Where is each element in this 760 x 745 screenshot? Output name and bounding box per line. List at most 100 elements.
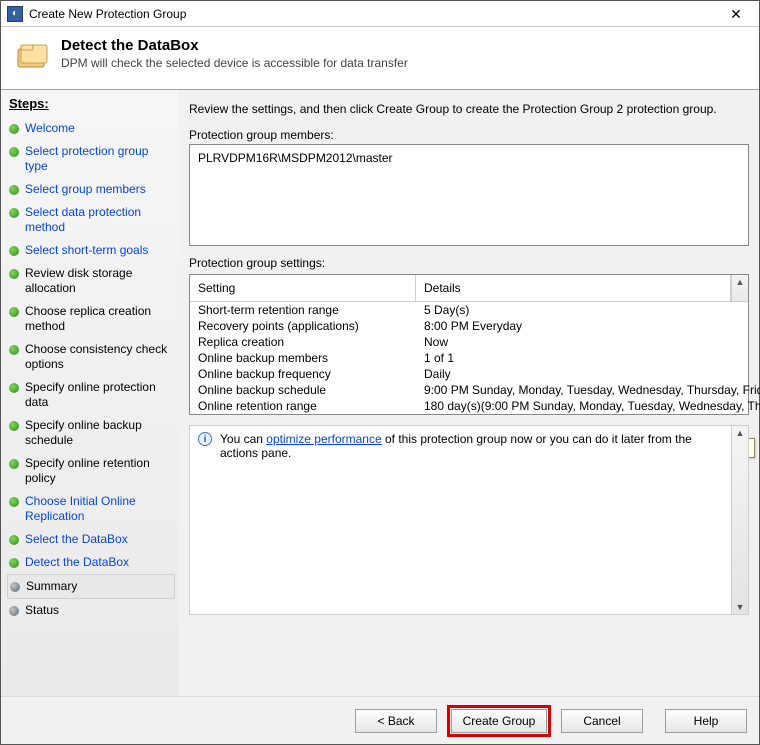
step-bullet-icon: [9, 147, 19, 157]
step-bullet-icon: [9, 558, 19, 568]
step-item: Choose replica creation method: [7, 300, 175, 338]
cell-setting: Online backup frequency: [198, 367, 424, 381]
app-icon: ◐: [7, 6, 23, 22]
header-subtitle: DPM will check the selected device is ac…: [61, 56, 408, 70]
cell-details: 180 day(s)(9:00 PM Sunday, Monday, Tuesd…: [424, 399, 760, 413]
step-bullet-icon: [9, 383, 19, 393]
step-item: Review disk storage allocation: [7, 262, 175, 300]
member-row[interactable]: PLRVDPM16R\MSDPM2012\master: [198, 151, 740, 165]
cell-setting: Recovery points (applications): [198, 319, 424, 333]
step-label: Specify online backup schedule: [25, 418, 173, 448]
scroll-up-icon[interactable]: ▲: [732, 277, 748, 287]
settings-row[interactable]: Online backup schedule9:00 PM Sunday, Mo…: [190, 382, 760, 398]
info-icon: i: [198, 432, 212, 446]
step-bullet-icon: [9, 535, 19, 545]
settings-row[interactable]: Online retention range180 day(s)(9:00 PM…: [190, 398, 760, 414]
header-text: Detect the DataBox DPM will check the se…: [61, 37, 408, 75]
step-label: Choose consistency check options: [25, 342, 173, 372]
settings-table: Setting Details ▲ Short-term retention r…: [189, 274, 749, 415]
cell-setting: Short-term retention range: [198, 303, 424, 317]
step-item[interactable]: Select the DataBox: [7, 528, 175, 551]
cancel-button[interactable]: Cancel: [561, 709, 643, 733]
step-label[interactable]: Select short-term goals: [25, 243, 148, 258]
step-item[interactable]: Select group members: [7, 178, 175, 201]
step-bullet-icon: [9, 208, 19, 218]
step-label[interactable]: Select protection group type: [25, 144, 173, 174]
settings-row[interactable]: Online backup frequencyDaily: [190, 366, 760, 382]
close-icon: ✕: [730, 7, 742, 21]
cell-setting: Online retention range: [198, 399, 424, 413]
info-scroll-up-icon[interactable]: ▲: [736, 428, 745, 438]
create-group-highlight: Create Group: [447, 705, 551, 737]
settings-row[interactable]: Short-term retention range5 Day(s): [190, 302, 760, 318]
step-item[interactable]: Detect the DataBox: [7, 551, 175, 574]
cell-details: Daily: [424, 367, 760, 381]
step-item[interactable]: Select data protection method: [7, 201, 175, 239]
step-bullet-icon: [9, 606, 19, 616]
step-item[interactable]: Select short-term goals: [7, 239, 175, 262]
cell-setting: Online backup schedule: [198, 383, 424, 397]
step-bullet-icon: [9, 124, 19, 134]
step-bullet-icon: [9, 497, 19, 507]
step-item[interactable]: Welcome: [7, 117, 175, 140]
step-bullet-icon: [9, 307, 19, 317]
col-setting[interactable]: Setting: [190, 275, 416, 302]
settings-rows: Short-term retention range5 Day(s)Recove…: [190, 302, 760, 414]
members-listbox[interactable]: PLRVDPM16R\MSDPM2012\master: [189, 144, 749, 246]
info-scroll-down-icon[interactable]: ▼: [736, 602, 745, 612]
step-item[interactable]: Select protection group type: [7, 140, 175, 178]
wizard-body: Steps: Welcome Select protection group ty…: [1, 89, 759, 696]
settings-row[interactable]: Online backup members1 of 1: [190, 350, 760, 366]
step-bullet-icon: [9, 269, 19, 279]
step-label: Specify online retention policy: [25, 456, 173, 486]
step-label[interactable]: Select the DataBox: [25, 532, 128, 547]
cell-details: 8:00 PM Everyday: [424, 319, 760, 333]
step-label[interactable]: Detect the DataBox: [25, 555, 129, 570]
step-item: Specify online retention policy: [7, 452, 175, 490]
button-bar: < Back Create Group Cancel Help: [1, 696, 759, 744]
info-panel: i You can optimize performance of this p…: [189, 425, 749, 615]
folder-icon: [15, 39, 51, 75]
info-scrollbar[interactable]: ▲ ▼: [731, 426, 748, 614]
back-button[interactable]: < Back: [355, 709, 437, 733]
content-pane: Review the settings, and then click Crea…: [179, 89, 759, 696]
close-button[interactable]: ✕: [719, 4, 753, 24]
titlebar: ◐ Create New Protection Group ✕: [1, 1, 759, 27]
step-label[interactable]: Welcome: [25, 121, 75, 136]
step-item: Choose consistency check options: [7, 338, 175, 376]
step-label[interactable]: Select data protection method: [25, 205, 173, 235]
settings-label: Protection group settings:: [189, 256, 749, 270]
settings-scrollbar[interactable]: ▲: [731, 275, 748, 302]
step-item[interactable]: Choose Initial Online Replication: [7, 490, 175, 528]
step-bullet-icon: [9, 246, 19, 256]
step-item: Status: [7, 599, 175, 622]
steps-sidebar: Steps: Welcome Select protection group ty…: [1, 89, 179, 696]
help-button[interactable]: Help: [665, 709, 747, 733]
step-label: Choose replica creation method: [25, 304, 173, 334]
cell-setting: Online backup members: [198, 351, 424, 365]
settings-header-row: Setting Details ▲: [190, 275, 748, 302]
settings-row[interactable]: Recovery points (applications)8:00 PM Ev…: [190, 318, 760, 334]
window-title: Create New Protection Group: [29, 7, 719, 21]
steps-heading: Steps:: [9, 96, 175, 111]
cell-details: 5 Day(s): [424, 303, 760, 317]
step-label: Summary: [26, 579, 77, 594]
cell-details: 9:00 PM Sunday, Monday, Tuesday, Wednesd…: [424, 383, 760, 397]
step-label: Specify online protection data: [25, 380, 173, 410]
steps-list: Welcome Select protection group type Selec…: [7, 117, 175, 622]
step-item: Specify online protection data: [7, 376, 175, 414]
step-label[interactable]: Choose Initial Online Replication: [25, 494, 173, 524]
wizard-header: Detect the DataBox DPM will check the se…: [1, 27, 759, 89]
step-bullet-icon: [10, 582, 20, 592]
settings-row[interactable]: Replica creationNow: [190, 334, 760, 350]
step-label[interactable]: Select group members: [25, 182, 146, 197]
step-bullet-icon: [9, 345, 19, 355]
col-details[interactable]: Details: [416, 275, 731, 302]
cell-setting: Replica creation: [198, 335, 424, 349]
header-title: Detect the DataBox: [61, 37, 408, 54]
step-bullet-icon: [9, 185, 19, 195]
create-group-button[interactable]: Create Group: [451, 709, 547, 733]
settings-area: Setting Details ▲ Short-term retention r…: [189, 272, 749, 415]
optimize-performance-link[interactable]: optimize performance: [266, 432, 381, 446]
step-label: Status: [25, 603, 59, 618]
